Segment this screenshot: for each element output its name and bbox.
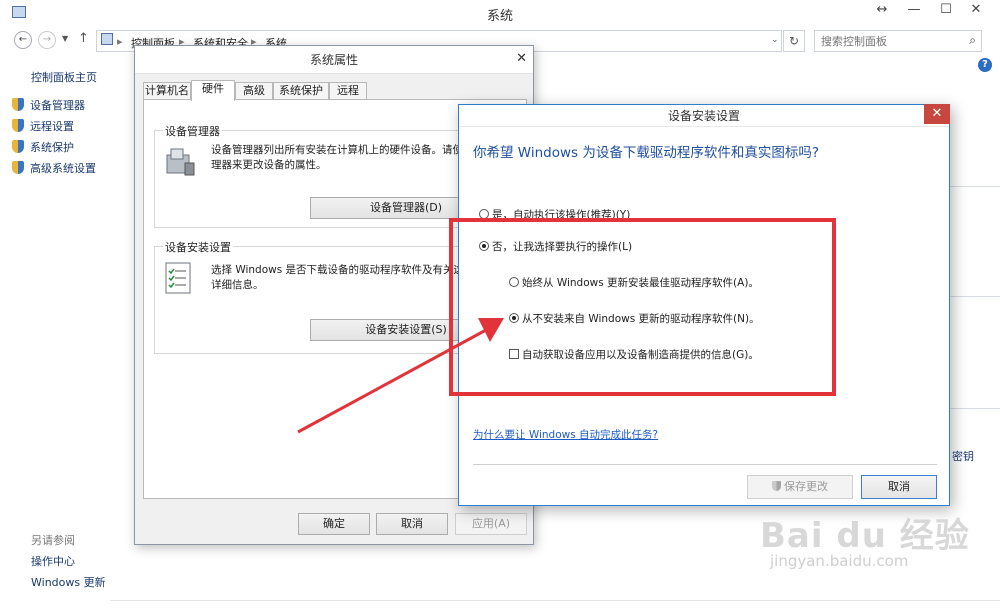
control-panel-icon (101, 33, 113, 45)
tab-computer-name[interactable]: 计算机名 (143, 82, 191, 100)
group-label: 设备安装设置 (163, 239, 233, 255)
tab-hardware[interactable]: 硬件 (191, 80, 235, 101)
checkbox-icon (509, 349, 519, 359)
chevron-down-icon[interactable]: ⌄ (771, 35, 779, 45)
tab-remote[interactable]: 远程 (329, 82, 367, 100)
radio-icon (479, 209, 489, 219)
shield-icon (12, 140, 24, 153)
ok-button[interactable]: 确定 (298, 513, 370, 535)
always-install-radio[interactable]: 始终从 Windows 更新安装最佳驱动程序软件(A)。 (509, 275, 759, 290)
group-label: 设备管理器 (163, 123, 222, 139)
sidebar-item-device-manager[interactable]: 设备管理器 (12, 97, 85, 113)
option-yes-radio[interactable]: 是，自动执行该操作(推荐)(Y) (479, 207, 630, 222)
minimize-button[interactable]: — (904, 0, 924, 22)
divider (473, 464, 937, 465)
radio-icon (509, 277, 519, 287)
shield-icon (12, 98, 24, 111)
sidebar-item-advanced[interactable]: 高级系统设置 (12, 160, 96, 176)
auto-get-info-checkbox[interactable]: 自动获取设备应用以及设备制造商提供的信息(G)。 (509, 347, 759, 362)
cancel-button[interactable]: 取消 (861, 475, 937, 499)
search-input[interactable] (821, 32, 961, 50)
shield-icon (772, 481, 781, 491)
save-changes-button[interactable]: 保存更改 (747, 475, 853, 499)
tab-system-protection[interactable]: 系统保护 (273, 82, 329, 100)
back-button[interactable]: ← (14, 31, 32, 49)
bottom-edge (110, 600, 1000, 611)
device-manager-icon (166, 148, 195, 176)
radio-icon (509, 313, 519, 323)
window-title: 系统 (486, 9, 513, 24)
close-button[interactable]: ✕ (924, 104, 950, 124)
sidebar-home-link[interactable]: 控制面板主页 (31, 69, 97, 85)
see-also-heading: 另请参阅 (31, 534, 75, 547)
sidebar-item-remote[interactable]: 远程设置 (12, 118, 74, 134)
search-box[interactable]: ⌕ (814, 30, 982, 52)
cancel-button[interactable]: 取消 (376, 513, 448, 535)
device-installation-settings-dialog: 设备安装设置 ✕ 你希望 Windows 为设备下载驱动程序软件和真实图标吗? … (458, 104, 950, 506)
action-center-link[interactable]: 操作中心 (31, 553, 75, 569)
product-key-fragment[interactable]: 密钥 (952, 448, 974, 464)
forward-button[interactable]: → (38, 31, 56, 49)
dialog-title: 设备安装设置 (459, 105, 949, 127)
dialog-title: 系统属性 (135, 46, 533, 74)
never-install-radio[interactable]: 从不安装来自 Windows 更新的驱动程序软件(N)。 (509, 311, 760, 326)
maximize-button[interactable]: ☐ (936, 0, 956, 22)
baidu-watermark: Bai du 经验 jingyan.baidu.com (760, 516, 970, 570)
restore-icon[interactable]: ↔ (872, 0, 892, 22)
apply-button[interactable]: 应用(A) (455, 513, 527, 535)
tab-advanced[interactable]: 高级 (235, 82, 273, 100)
windows-update-link[interactable]: Windows 更新 (31, 574, 106, 590)
up-arrow-icon[interactable]: ↑ (78, 31, 89, 46)
option-no-radio[interactable]: 否，让我选择要执行的操作(L) (479, 239, 632, 254)
help-icon[interactable]: ? (978, 58, 992, 72)
shield-icon (12, 161, 24, 174)
main-title-bar: 系统 ↔ — ☐ ✕ (0, 0, 1000, 26)
refresh-button[interactable]: ↻ (783, 30, 805, 52)
checklist-icon (165, 262, 191, 294)
shield-icon (12, 119, 24, 132)
sidebar-item-protection[interactable]: 系统保护 (12, 139, 74, 155)
search-icon[interactable]: ⌕ (969, 33, 976, 48)
dialog-question: 你希望 Windows 为设备下载驱动程序软件和真实图标吗? (473, 145, 820, 161)
recent-dropdown-icon[interactable]: ▼ (62, 34, 68, 43)
close-icon[interactable]: ✕ (516, 51, 527, 66)
why-auto-help-link[interactable]: 为什么要让 Windows 自动完成此任务? (473, 427, 658, 442)
close-button[interactable]: ✕ (966, 0, 986, 22)
radio-icon (479, 241, 489, 251)
